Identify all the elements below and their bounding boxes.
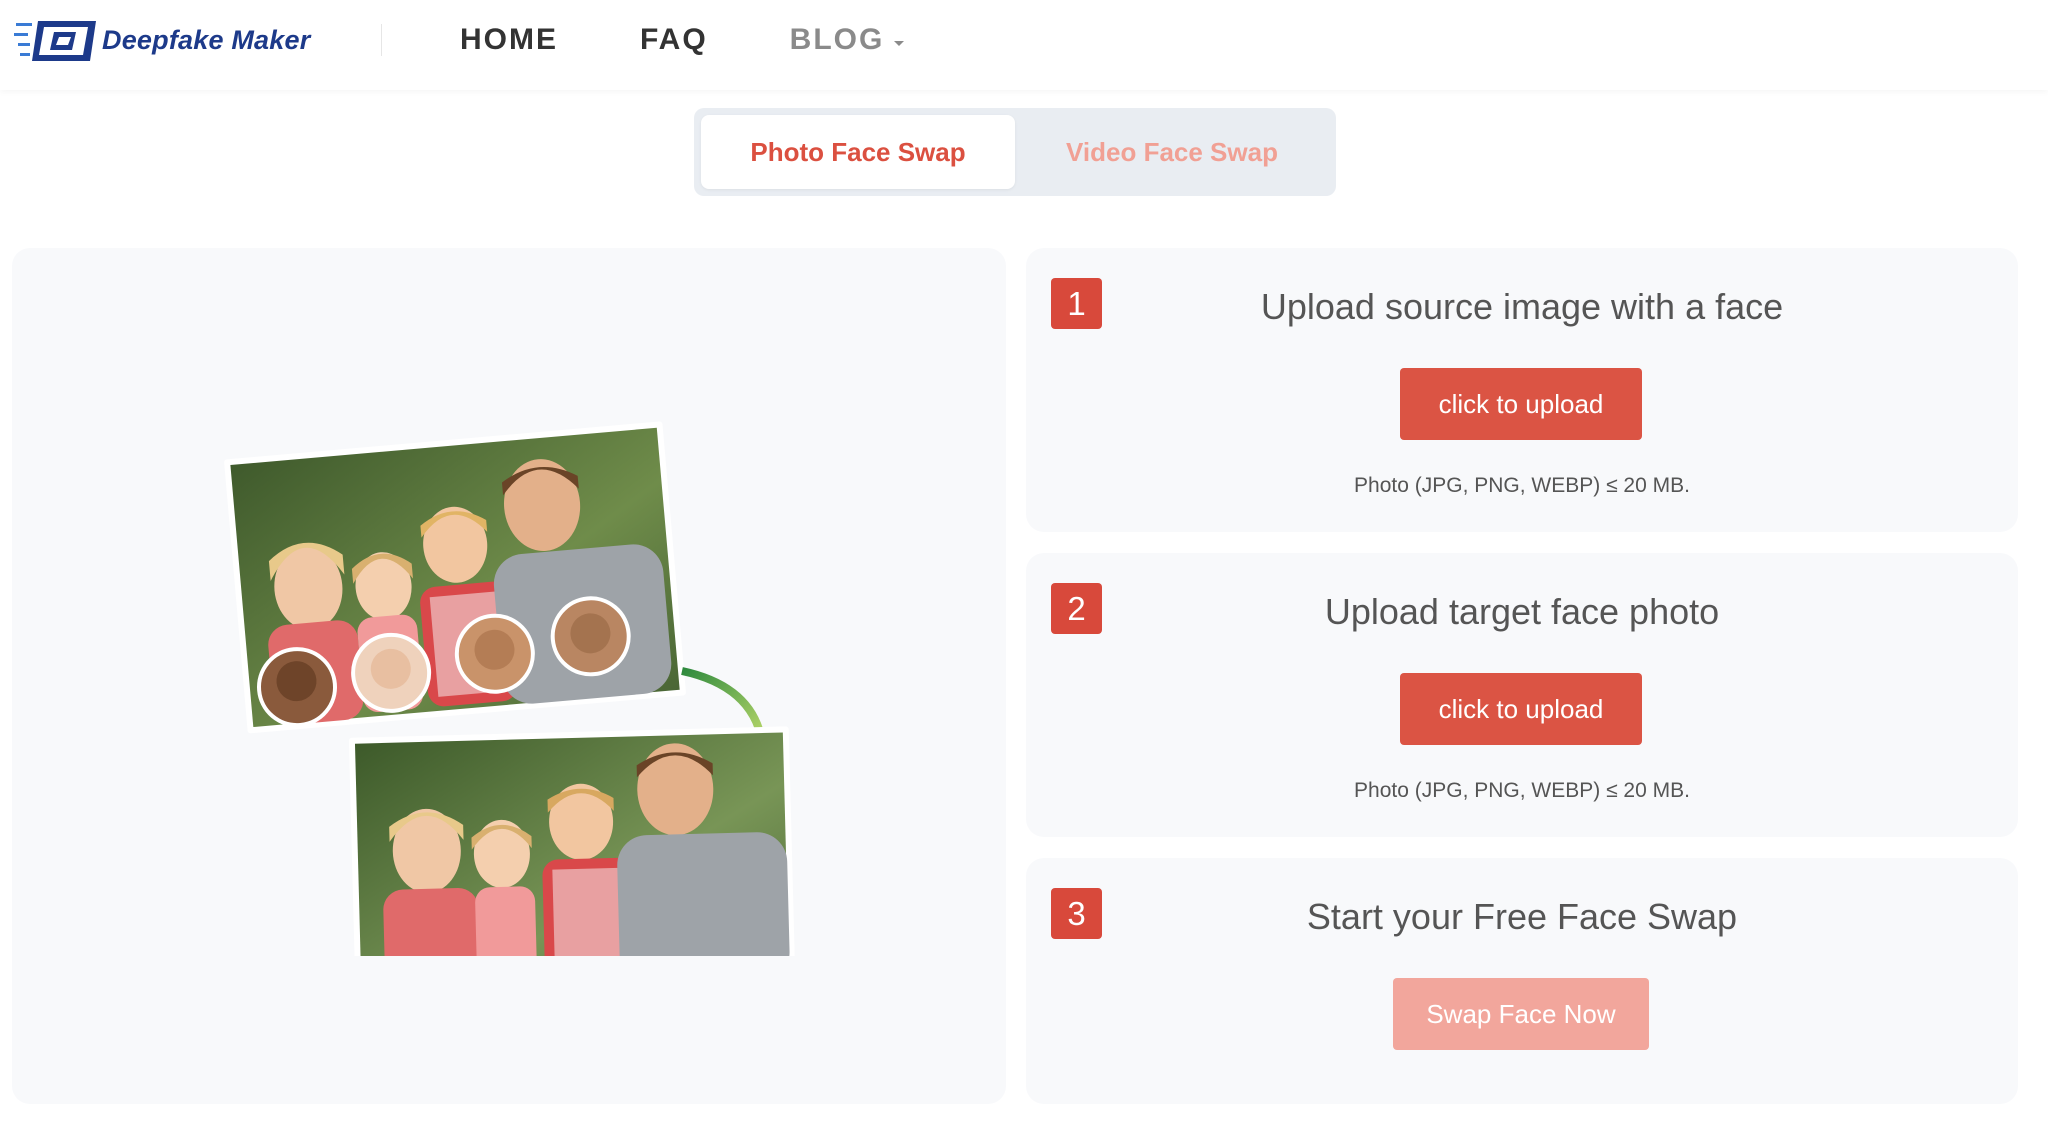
file-requirements-note: Photo (JPG, PNG, WEBP) ≤ 20 MB. [1354, 779, 1690, 802]
logo-icon [14, 21, 96, 61]
step-start-swap: 3 Start your Free Face Swap Swap Face No… [1026, 858, 2018, 1104]
header-divider [381, 24, 382, 56]
file-requirements-note: Photo (JPG, PNG, WEBP) ≤ 20 MB. [1354, 474, 1690, 497]
face-swap-illustration [224, 421, 796, 956]
tab-video-face-swap[interactable]: Video Face Swap [1015, 115, 1329, 189]
chevron-down-icon [894, 40, 905, 46]
swap-mode-tabs: Photo Face Swap Video Face Swap [694, 108, 1336, 196]
nav-home-label: HOME [460, 23, 558, 56]
nav-blog[interactable]: BLOG [790, 23, 905, 57]
logo[interactable]: Deepfake Maker [14, 14, 310, 66]
site-header: Deepfake Maker HOME FAQ BLOG [0, 0, 2048, 90]
step-title: Start your Free Face Swap [1306, 896, 1738, 937]
upload-target-button[interactable]: click to upload [1400, 673, 1642, 745]
step-upload-source: 1 Upload source image with a face click … [1026, 248, 2018, 532]
step-upload-target: 2 Upload target face photo click to uplo… [1026, 553, 2018, 837]
main-nav: HOME FAQ BLOG [460, 0, 986, 80]
step-title: Upload source image with a face [1260, 286, 1784, 327]
step-title: Upload target face photo [1324, 591, 1720, 632]
upload-source-button[interactable]: click to upload [1400, 368, 1642, 440]
nav-home[interactable]: HOME [460, 23, 558, 57]
logo-text: Deepfake Maker [102, 24, 311, 55]
nav-faq[interactable]: FAQ [640, 23, 708, 57]
nav-faq-label: FAQ [640, 23, 708, 56]
preview-panel [12, 248, 1006, 1104]
swap-face-now-button[interactable]: Swap Face Now [1393, 978, 1649, 1050]
tab-photo-face-swap[interactable]: Photo Face Swap [701, 115, 1015, 189]
nav-blog-label: BLOG [789, 23, 885, 56]
